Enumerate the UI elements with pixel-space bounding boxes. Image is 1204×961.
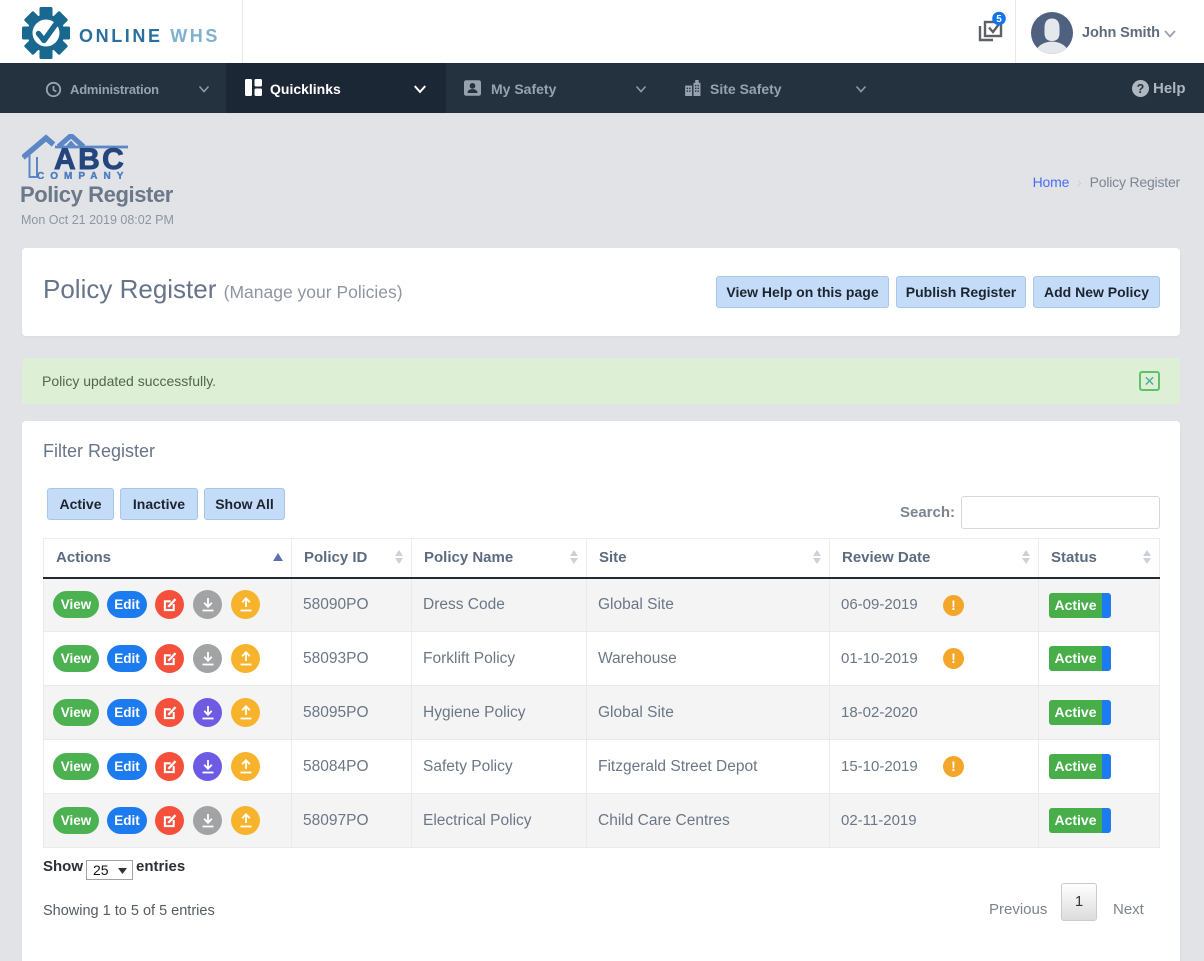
- svg-text:COMPANY: COMPANY: [37, 171, 128, 179]
- svg-text:?: ?: [1137, 82, 1145, 96]
- svg-text:5: 5: [996, 14, 1002, 25]
